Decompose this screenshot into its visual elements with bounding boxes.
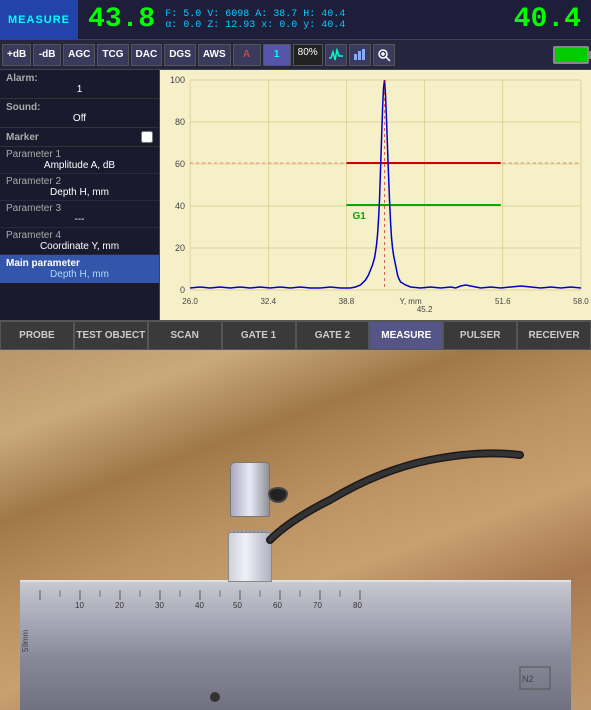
svg-text:70: 70 [313,601,322,610]
ui-panel: MEASURE 43.8 F: 5.0 V: 6098 A: 38.7 H: 4… [0,0,591,320]
main-param-value: Depth H, mm [6,269,153,280]
marker-label: Marker [6,132,39,143]
secondary-value-display: 40.4 [514,4,581,35]
battery-icon [553,46,589,64]
toolbar-btn-minus-db[interactable]: -dB [33,44,61,66]
header-readings: F: 5.0 V: 6098 A: 38.7 H: 40.4 α: 0.0 Z:… [165,9,514,31]
svg-text:100: 100 [170,75,185,85]
chart-svg: 100 80 60 40 20 0 26.0 32.4 38.8 Y, mm 4… [160,70,591,320]
photo-area: 10 20 30 40 50 60 70 80 59mm N2 [0,350,591,710]
svg-text:0: 0 [180,285,185,295]
param4-title: Parameter 4 [6,230,153,241]
sound-section: Sound: Off [0,99,159,128]
tab-gate2[interactable]: GATE 2 [296,321,370,350]
measure-label: MEASURE [0,0,78,39]
toolbar-btn-dgs[interactable]: DGS [164,44,196,66]
svg-text:N2: N2 [522,674,534,684]
svg-text:G1: G1 [352,211,366,222]
param4-row: Parameter 4 Coordinate Y, mm [0,228,159,255]
svg-text:26.0: 26.0 [182,297,198,306]
svg-text:20: 20 [175,243,185,253]
svg-text:40: 40 [195,601,204,610]
marker-checkbox[interactable] [141,131,153,143]
param2-title: Parameter 2 [6,176,153,187]
param3-title: Parameter 3 [6,203,153,214]
param3-value: --- [6,214,153,225]
svg-text:40: 40 [175,201,185,211]
toolbar-btn-curve[interactable]: A [233,44,261,66]
toolbar-btn-agc[interactable]: AGC [63,44,95,66]
block-markings-svg: 10 20 30 40 50 60 70 80 59mm N2 [20,582,571,710]
svg-text:50: 50 [233,601,242,610]
toolbar-btn-dac[interactable]: DAC [131,44,163,66]
param4-value: Coordinate Y, mm [6,241,153,252]
toolbar-percent: 80% [293,44,323,66]
tab-scan[interactable]: SCAN [148,321,222,350]
alarm-value: 1 [6,84,153,95]
svg-text:20: 20 [115,601,124,610]
cable-svg [250,440,530,560]
tab-test-object[interactable]: TEST OBJECT [74,321,148,350]
sound-value: Off [6,113,153,124]
toolbar-btn-1[interactable]: 1 [263,44,291,66]
svg-text:59mm: 59mm [21,629,30,652]
param1-value: Amplitude A, dB [6,160,153,171]
main-param-row: Main parameter Depth H, mm [0,255,159,283]
nav-tabs: PROBE TEST OBJECT SCAN GATE 1 GATE 2 MEA… [0,320,591,350]
param1-title: Parameter 1 [6,149,153,160]
main-value-display: 43.8 [88,4,155,35]
marker-section: Marker [0,128,159,147]
svg-text:80: 80 [175,117,185,127]
toolbar-btn-aws[interactable]: AWS [198,44,231,66]
param2-row: Parameter 2 Depth H, mm [0,174,159,201]
svg-text:10: 10 [75,601,84,610]
tab-gate1[interactable]: GATE 1 [222,321,296,350]
main-content: Alarm: 1 Sound: Off Marker Parameter 1 A… [0,70,591,320]
main-param-title: Main parameter [6,258,153,269]
tab-pulser[interactable]: PULSER [443,321,517,350]
sound-label: Sound: [6,102,153,113]
svg-text:38.8: 38.8 [339,297,355,306]
svg-text:60: 60 [175,159,185,169]
svg-text:51.6: 51.6 [495,297,511,306]
readings-row2: α: 0.0 Z: 12.93 x: 0.0 y: 40.4 [165,20,514,31]
tab-probe[interactable]: PROBE [0,321,74,350]
tab-measure[interactable]: MEASURE [369,321,443,350]
svg-text:30: 30 [155,601,164,610]
svg-text:60: 60 [273,601,282,610]
metal-test-block: 10 20 30 40 50 60 70 80 59mm N2 [20,580,571,710]
svg-text:32.4: 32.4 [260,297,276,306]
param1-row: Parameter 1 Amplitude A, dB [0,147,159,174]
readings-row1: F: 5.0 V: 6098 A: 38.7 H: 40.4 [165,9,514,20]
toolbar-btn-tcg[interactable]: TCG [97,44,128,66]
toolbar-waveform-icon[interactable] [325,44,347,66]
chart-area: 100 80 60 40 20 0 26.0 32.4 38.8 Y, mm 4… [160,70,591,320]
param2-value: Depth H, mm [6,187,153,198]
svg-text:80: 80 [353,601,362,610]
svg-text:45.2: 45.2 [417,305,433,314]
toolbar-zoom-icon[interactable] [373,44,395,66]
svg-text:58.0: 58.0 [573,297,589,306]
alarm-section: Alarm: 1 [0,70,159,99]
alarm-label: Alarm: [6,73,153,84]
toolbar-btn-plus-db[interactable]: +dB [2,44,31,66]
tab-receiver[interactable]: RECEIVER [517,321,591,350]
param3-row: Parameter 3 --- [0,201,159,228]
toolbar: +dB -dB AGC TCG DAC DGS AWS A 1 80% [0,40,591,70]
header-bar: MEASURE 43.8 F: 5.0 V: 6098 A: 38.7 H: 4… [0,0,591,40]
left-panel: Alarm: 1 Sound: Off Marker Parameter 1 A… [0,70,160,320]
toolbar-graph-icon[interactable] [349,44,371,66]
